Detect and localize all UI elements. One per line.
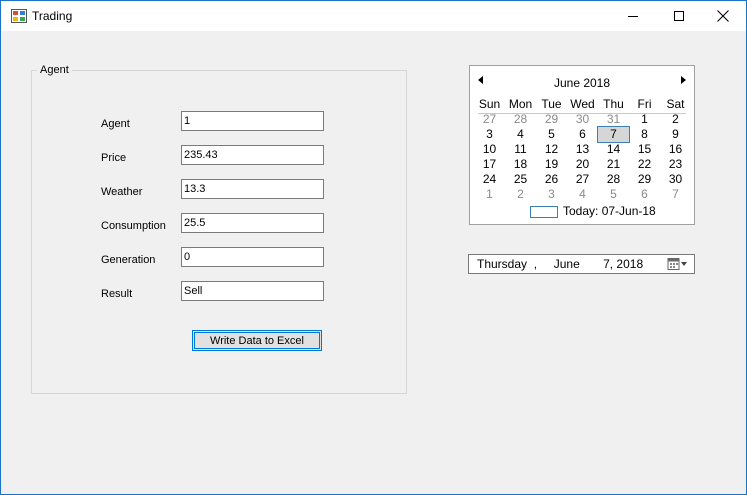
weekday-header: Fri (637, 97, 652, 111)
agent-group-legend: Agent (37, 64, 72, 76)
date-picker-weekday: Thursday (477, 257, 528, 271)
calendar-day-outside[interactable]: 7 (660, 187, 691, 202)
calendar-day-outside[interactable]: 30 (567, 112, 598, 127)
price-label: Price (101, 152, 127, 164)
calendar-day[interactable]: 30 (660, 172, 691, 187)
weekday-header: Mon (508, 97, 533, 111)
consumption-label: Consumption (101, 220, 166, 232)
calendar-day[interactable]: 3 (474, 127, 505, 142)
calendar-day[interactable]: 12 (536, 142, 567, 157)
calendar-day[interactable]: 4 (505, 127, 536, 142)
calendar-day-outside[interactable]: 3 (536, 187, 567, 202)
calendar-month-title[interactable]: June 2018 (470, 76, 694, 90)
app-icon (11, 9, 27, 23)
calendar-day-outside[interactable]: 27 (474, 112, 505, 127)
weather-input[interactable]: 13.3 (181, 179, 324, 199)
calendar-day-outside[interactable]: 4 (567, 187, 598, 202)
calendar-week-row: 17 18 19 20 21 22 23 (474, 157, 691, 172)
price-input[interactable]: 235.43 (181, 145, 324, 165)
calendar-grid: Sun Mon Tue Wed Thu Fri Sat 27 28 29 30 31 1 2… (474, 97, 691, 202)
calendar-day[interactable]: 2 (660, 112, 691, 127)
calendar-day[interactable]: 6 (567, 127, 598, 142)
calendar-day-outside[interactable]: 29 (536, 112, 567, 127)
calendar-week-row: 27 28 29 30 31 1 2 (474, 112, 691, 127)
maximize-icon (674, 11, 684, 21)
calendar-day[interactable]: 5 (536, 127, 567, 142)
weekday-header: Thu (603, 97, 624, 111)
date-picker-day-year: 7, 2018 (603, 257, 644, 271)
calendar-day[interactable]: 19 (536, 157, 567, 172)
calendar-day[interactable]: 15 (629, 142, 660, 157)
calendar-day[interactable]: 20 (567, 157, 598, 172)
calendar-day[interactable]: 29 (629, 172, 660, 187)
calendar-day[interactable]: 17 (474, 157, 505, 172)
consumption-input[interactable]: 25.5 (181, 213, 324, 233)
close-button[interactable] (700, 1, 746, 31)
calendar-week-row: 3456789 (474, 126, 691, 143)
calendar-day[interactable]: 23 (660, 157, 691, 172)
calendar-day-outside[interactable]: 2 (505, 187, 536, 202)
generation-label: Generation (101, 254, 156, 266)
calendar-day[interactable]: 10 (474, 142, 505, 157)
weekday-header: Wed (570, 97, 595, 111)
today-marker (530, 206, 558, 218)
result-input[interactable]: Sell (181, 281, 324, 301)
calendar-day[interactable]: 28 (598, 172, 629, 187)
minimize-icon (628, 16, 638, 17)
date-picker-month: June (553, 257, 580, 271)
calendar-week-row: 24 25 26 27 28 29 30 (474, 172, 691, 187)
title-bar[interactable]: Trading (1, 1, 746, 31)
calendar-day[interactable]: 13 (567, 142, 598, 157)
calendar-week-row: 10 11 12 13 14 15 16 (474, 142, 691, 157)
calendar-day[interactable]: 9 (660, 127, 691, 142)
generation-input[interactable]: 0 (181, 247, 324, 267)
calendar-weekday-row: Sun Mon Tue Wed Thu Fri Sat (474, 97, 691, 112)
calendar-day[interactable]: 25 (505, 172, 536, 187)
minimize-button[interactable] (610, 1, 656, 31)
maximize-button[interactable] (656, 1, 702, 31)
calendar-next-month-icon[interactable] (681, 76, 686, 84)
calendar-today-link[interactable]: Today: 07-Jun-18 (563, 204, 656, 218)
date-picker-separator: , (533, 257, 538, 271)
calendar-day-outside[interactable]: 31 (598, 112, 629, 127)
weekday-header: Tue (541, 97, 562, 111)
calendar-week-row: 1234567 (474, 187, 691, 202)
calendar-day-outside[interactable]: 6 (629, 187, 660, 202)
calendar-day[interactable]: 21 (598, 157, 629, 172)
calendar-day[interactable]: 1 (629, 112, 660, 127)
calendar-day-outside[interactable]: 28 (505, 112, 536, 127)
calendar-dropdown-icon[interactable] (666, 257, 690, 271)
calendar-day[interactable]: 14 (598, 142, 629, 157)
date-time-picker[interactable]: Thursday , June 7, 2018 (468, 254, 695, 274)
calendar-day[interactable]: 8 (629, 127, 660, 142)
calendar-day[interactable]: 22 (629, 157, 660, 172)
weekday-header: Sun (478, 97, 501, 111)
calendar-day[interactable]: 27 (567, 172, 598, 187)
calendar-day[interactable]: 18 (505, 157, 536, 172)
calendar-day[interactable]: 7 (597, 126, 630, 143)
calendar-day[interactable]: 24 (474, 172, 505, 187)
agent-label: Agent (101, 118, 130, 130)
main-window: Trading Agent Agent 1 Price 235.43 Weath… (0, 0, 747, 495)
close-icon (717, 10, 729, 22)
calendar-day-outside[interactable]: 1 (474, 187, 505, 202)
result-label: Result (101, 288, 133, 300)
agent-input[interactable]: 1 (181, 111, 324, 131)
weekday-header: Sat (666, 97, 685, 111)
weather-label: Weather (101, 186, 143, 198)
calendar-day[interactable]: 16 (660, 142, 691, 157)
window-title: Trading (32, 9, 73, 23)
calendar-day[interactable]: 11 (505, 142, 536, 157)
calendar-day-outside[interactable]: 5 (598, 187, 629, 202)
date-picker-value: Thursday , June 7, 2018 (477, 257, 643, 271)
write-data-to-excel-button[interactable]: Write Data to Excel (192, 330, 322, 351)
calendar-day[interactable]: 26 (536, 172, 567, 187)
month-calendar[interactable]: June 2018 Sun Mon Tue Wed Thu Fri Sat 27… (469, 65, 695, 225)
